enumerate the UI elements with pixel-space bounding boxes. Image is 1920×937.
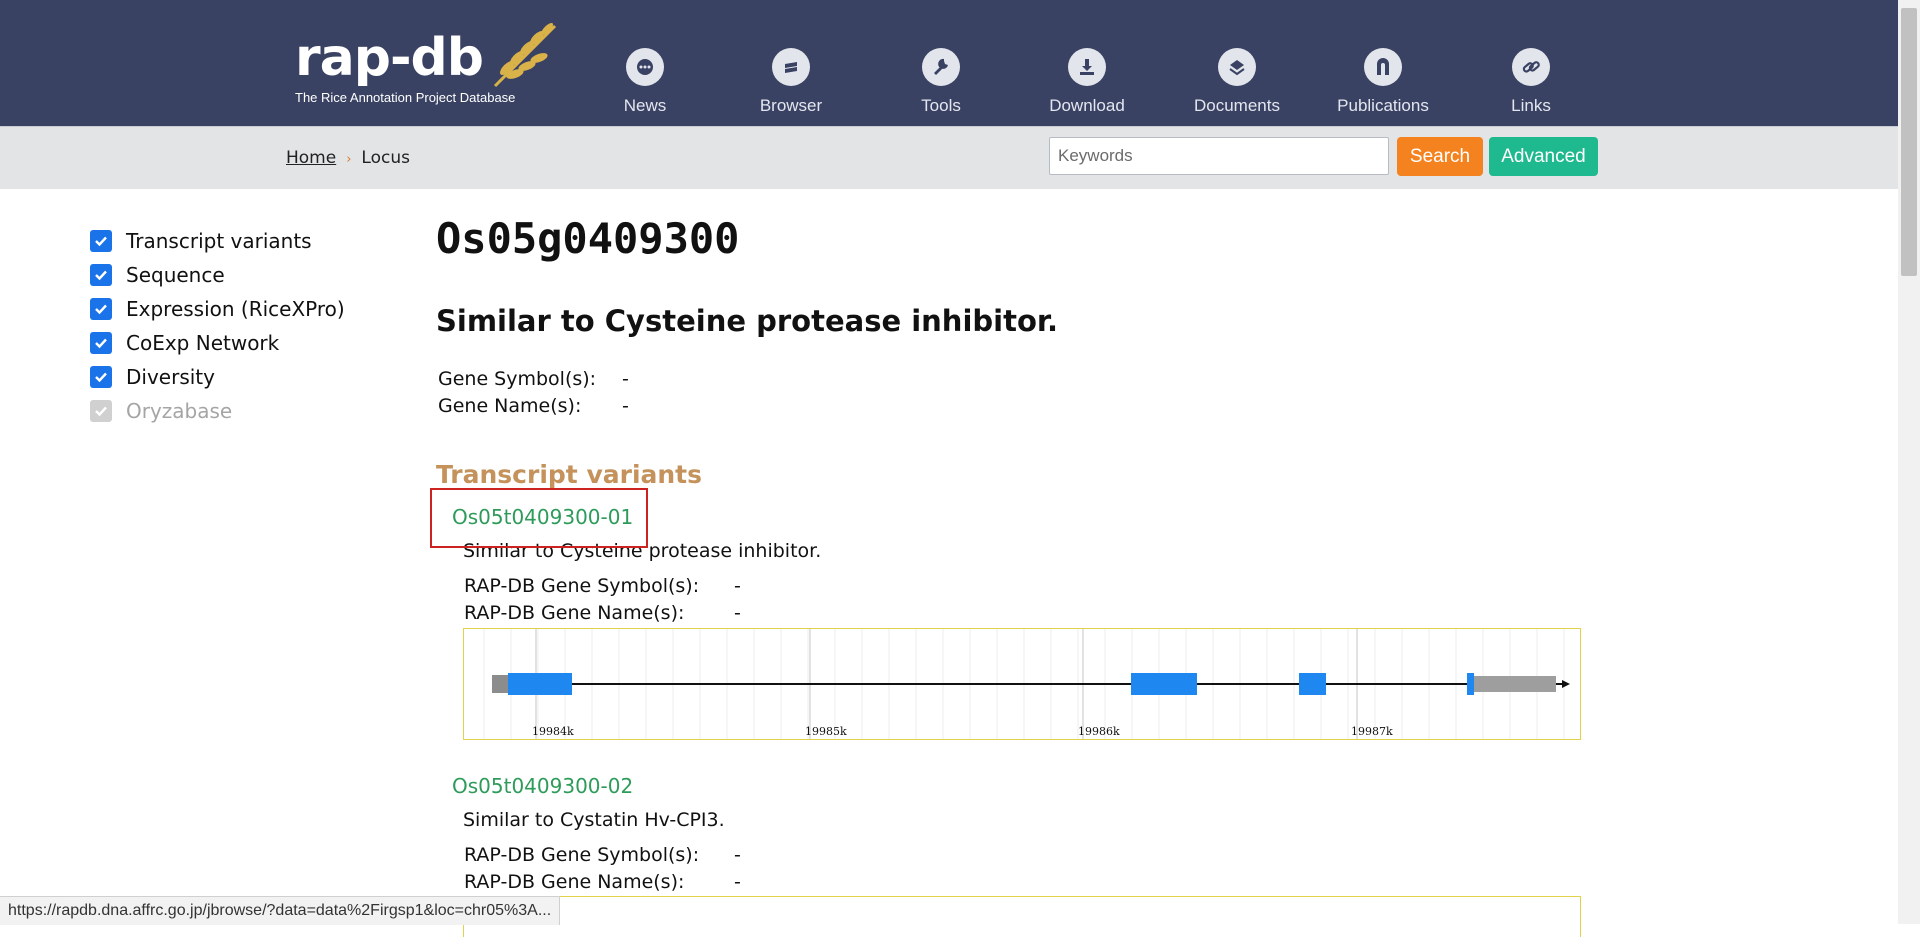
checkbox-checked-icon[interactable] — [90, 298, 112, 320]
browser-icon — [772, 48, 810, 86]
chat-icon — [626, 48, 664, 86]
advanced-search-button[interactable]: Advanced — [1489, 137, 1598, 176]
nav-browser[interactable]: Browser — [726, 48, 856, 116]
locus-description: Similar to Cysteine protease inhibitor. — [436, 304, 1059, 338]
nav-label: Publications — [1337, 96, 1429, 115]
site-logo[interactable]: rap-db The Rice Annotation Project Datab… — [295, 22, 565, 108]
transcript-name-value: - — [734, 602, 741, 624]
breadcrumb-home-link[interactable]: Home — [286, 148, 336, 168]
download-icon — [1068, 48, 1106, 86]
track-tick-label: 19985k — [805, 725, 847, 738]
transcript-name-row: RAP-DB Gene Name(s): - — [464, 871, 741, 893]
sidebar-item-diversity[interactable]: Diversity — [90, 360, 345, 394]
sidebar-item-label: Diversity — [126, 365, 215, 389]
checkbox-checked-icon[interactable] — [90, 230, 112, 252]
nav-news[interactable]: News — [580, 48, 710, 116]
transcript-symbol-label: RAP-DB Gene Symbol(s): — [464, 844, 700, 866]
transcript-symbol-label: RAP-DB Gene Symbol(s): — [464, 575, 700, 597]
transcript-symbol-row: RAP-DB Gene Symbol(s): - — [464, 575, 741, 597]
browser-status-url: https://rapdb.dna.affrc.go.jp/jbrowse/?d… — [0, 896, 561, 925]
transcript-symbol-value: - — [734, 575, 741, 597]
checkbox-checked-icon[interactable] — [90, 366, 112, 388]
section-title-transcript-variants: Transcript variants — [436, 460, 703, 489]
transcript-symbol-value: - — [734, 844, 741, 866]
gene-name-label: Gene Name(s): — [438, 395, 582, 417]
nav-label: News — [623, 96, 667, 115]
checkbox-checked-icon[interactable] — [90, 264, 112, 286]
nav-label: Links — [1511, 96, 1551, 115]
breadcrumb-current: Locus — [361, 148, 410, 168]
top-header: rap-db The Rice Annotation Project Datab… — [0, 0, 1898, 126]
search-button[interactable]: Search — [1397, 137, 1483, 176]
transcript-description: Similar to Cystatin Hv-CPI3. — [463, 809, 725, 831]
checkbox-disabled-icon — [90, 400, 112, 422]
breadcrumb-separator: › — [346, 152, 352, 167]
transcript-name-value: - — [734, 871, 741, 893]
jbrowse-gene-track[interactable]: 19984k 19985k 19986k 19987k — [463, 628, 1581, 740]
gene-name-value: - — [622, 395, 629, 417]
search-bar-row: Home › Locus Search Advanced — [0, 126, 1898, 189]
transcript-link[interactable]: Os05t0409300-02 — [452, 774, 633, 798]
sidebar-item-oryzabase: Oryzabase — [90, 394, 345, 428]
transcript-symbol-row: RAP-DB Gene Symbol(s): - — [464, 844, 741, 866]
sidebar-item-label: Sequence — [126, 263, 225, 287]
transcript-name-row: RAP-DB Gene Name(s): - — [464, 602, 741, 624]
sidebar-item-transcript-variants[interactable]: Transcript variants — [90, 224, 345, 258]
logo-text: rap-db — [295, 28, 484, 88]
transcript-name-label: RAP-DB Gene Name(s): — [464, 602, 685, 624]
keyword-search-input[interactable] — [1049, 137, 1389, 175]
nav-publications[interactable]: Publications — [1318, 48, 1448, 116]
nav-tools[interactable]: Tools — [876, 48, 1006, 116]
sidebar-item-sequence[interactable]: Sequence — [90, 258, 345, 292]
sidebar-item-label: Expression (RiceXPro) — [126, 297, 345, 321]
page-scrollbar-thumb[interactable] — [1901, 8, 1917, 276]
publications-icon — [1364, 48, 1402, 86]
jbrowse-gene-track[interactable] — [463, 896, 1581, 937]
gene-symbol-row: Gene Symbol(s): - — [438, 368, 629, 390]
sidebar-item-label: Oryzabase — [126, 399, 233, 423]
sidebar-item-expression[interactable]: Expression (RiceXPro) — [90, 292, 345, 326]
wrench-icon — [922, 48, 960, 86]
page-title: Os05g0409300 — [436, 214, 740, 263]
track-tick-label: 19986k — [1078, 725, 1120, 738]
breadcrumb: Home › Locus — [286, 148, 410, 168]
highlight-annotation-box — [430, 488, 648, 548]
gene-name-row: Gene Name(s): - — [438, 395, 629, 417]
wheat-logo-icon — [493, 22, 557, 88]
transcript-name-label: RAP-DB Gene Name(s): — [464, 871, 685, 893]
checkbox-checked-icon[interactable] — [90, 332, 112, 354]
track-tick-label: 19987k — [1351, 725, 1393, 738]
sidebar-item-coexp-network[interactable]: CoExp Network — [90, 326, 345, 360]
gene-model-graphic — [483, 629, 1570, 739]
nav-links[interactable]: Links — [1466, 48, 1596, 116]
nav-label: Download — [1049, 96, 1125, 115]
section-toggle-sidebar: Transcript variants Sequence Expression … — [90, 224, 345, 428]
logo-subtitle: The Rice Annotation Project Database — [295, 90, 516, 105]
nav-label: Documents — [1194, 96, 1280, 115]
nav-label: Browser — [759, 96, 823, 115]
gene-symbol-value: - — [622, 368, 629, 390]
sidebar-item-label: Transcript variants — [126, 229, 312, 253]
documents-icon — [1218, 48, 1256, 86]
nav-download[interactable]: Download — [1022, 48, 1152, 116]
track-tick-label: 19984k — [532, 725, 574, 738]
link-icon — [1512, 48, 1550, 86]
nav-documents[interactable]: Documents — [1172, 48, 1302, 116]
gene-symbol-label: Gene Symbol(s): — [438, 368, 597, 390]
nav-label: Tools — [921, 96, 961, 115]
sidebar-item-label: CoExp Network — [126, 331, 280, 355]
